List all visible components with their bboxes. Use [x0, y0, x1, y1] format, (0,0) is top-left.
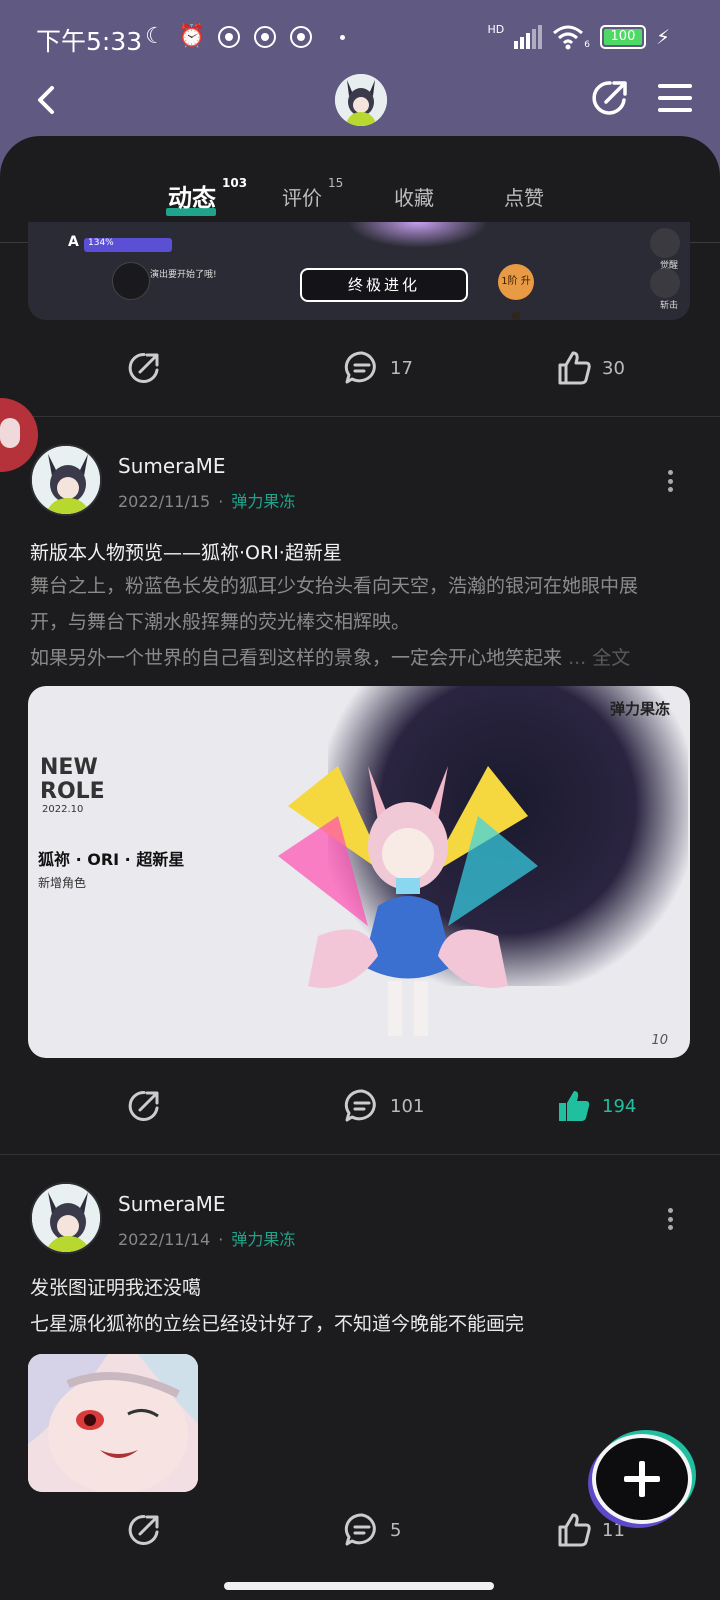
tab-bar: 动态103 评价15 收藏 点赞: [0, 156, 720, 243]
back-button[interactable]: [28, 80, 68, 120]
progress-bar: 134%: [84, 238, 172, 252]
like-count: 194: [602, 1095, 637, 1117]
post-date: 2022/11/15: [118, 492, 211, 511]
author-name[interactable]: SumeraME: [118, 454, 226, 478]
app-notification-icon: [290, 26, 312, 48]
app-notification-icon: [218, 26, 240, 48]
post-image[interactable]: A 134% 演出要开始了哦! 终极进化 1阶 升格 觉醒 斩击: [28, 222, 690, 320]
post-meta: 2022/11/15 · 弹力果冻: [118, 492, 296, 511]
post-meta: 2022/11/14 · 弹力果冻: [118, 1230, 296, 1249]
rank-letter: A: [68, 234, 79, 250]
post-body[interactable]: 舞台之上，粉蓝色长发的狐耳少女抬头看向天空，浩瀚的银河在她眼中展 开，与舞台下潮…: [30, 568, 700, 676]
like-action[interactable]: 11: [556, 1512, 625, 1548]
post-image[interactable]: NEW ROLE 2022.10 狐祢 · ORI · 超新星 新增角色 弹力果…: [28, 686, 690, 1058]
more-options-icon[interactable]: [668, 1208, 674, 1230]
alarm-icon: ⏰: [178, 24, 206, 49]
read-more-link[interactable]: ... 全文: [568, 647, 630, 669]
comment-count: 5: [390, 1519, 402, 1541]
share-action[interactable]: [126, 1512, 162, 1548]
share-icon: [128, 1514, 159, 1545]
wifi-icon: [553, 25, 584, 50]
thumbs-up-icon: [558, 351, 591, 385]
post-image[interactable]: [28, 1354, 198, 1492]
comment-action[interactable]: 101: [344, 1088, 424, 1124]
share-action[interactable]: [126, 1088, 162, 1124]
menu-button[interactable]: [656, 80, 694, 116]
post-body[interactable]: 发张图证明我还没噶 七星源化狐祢的立绘已经设计好了，不知道今晚能不能画完: [30, 1270, 524, 1342]
share-action[interactable]: [126, 350, 162, 386]
post-header: SumeraME 2022/11/14 · 弹力果冻: [0, 1182, 720, 1262]
home-indicator[interactable]: [224, 1582, 494, 1590]
image-logo: 弹力果冻: [609, 700, 670, 718]
comment-action[interactable]: 5: [344, 1512, 401, 1548]
author-name[interactable]: SumeraME: [118, 1192, 226, 1216]
card-divider: [0, 1154, 720, 1155]
wifi-version: 6: [584, 40, 590, 50]
comment-icon: [344, 1089, 376, 1122]
status-bar: 下午5:33 ☾ ⏰ HD 6 100 ⚡: [0, 18, 720, 58]
upgrade-badge: 1阶 升格: [498, 264, 534, 320]
post-actions: 101 194: [0, 1076, 720, 1136]
game-tag[interactable]: 弹力果冻: [231, 492, 295, 511]
post-actions: 17 30: [0, 338, 720, 398]
post-date: 2022/11/14: [118, 1230, 211, 1249]
like-count: 11: [602, 1519, 625, 1541]
create-post-button[interactable]: [592, 1434, 692, 1524]
post-header: SumeraME 2022/11/15 · 弹力果冻: [0, 444, 720, 524]
more-options-icon[interactable]: [668, 470, 674, 492]
image-headline: NEW ROLE: [40, 755, 105, 804]
like-action[interactable]: 30: [556, 350, 625, 386]
hd-label: HD: [487, 22, 505, 36]
image-subtitle: 新增角色: [38, 876, 87, 890]
awaken-icon: [650, 228, 680, 258]
share-button[interactable]: [590, 78, 630, 118]
thumbs-up-icon: [558, 1513, 591, 1547]
comment-count: 101: [390, 1095, 425, 1117]
card-divider: [0, 416, 720, 417]
tab-posts[interactable]: 动态103: [168, 176, 247, 213]
tab-favorites[interactable]: 收藏: [394, 182, 434, 211]
author-avatar[interactable]: [30, 444, 102, 516]
character-art: [278, 766, 538, 1036]
comment-icon: [344, 351, 376, 384]
charging-icon: ⚡: [655, 25, 670, 49]
game-tag[interactable]: 弹力果冻: [231, 1230, 295, 1249]
like-action[interactable]: 194: [556, 1088, 636, 1124]
game-hint: 演出要开始了哦!: [150, 270, 217, 280]
thumbs-up-icon: [559, 1091, 590, 1121]
evolve-button: 终极进化: [300, 268, 468, 302]
signal-icon: [514, 25, 543, 49]
more-notifications-dot: [340, 34, 345, 40]
slash-icon: [650, 268, 680, 298]
like-count: 30: [602, 357, 625, 379]
tab-reviews[interactable]: 评价15: [282, 176, 343, 211]
moon-icon: ☾: [145, 24, 165, 49]
comment-action[interactable]: 17: [344, 350, 413, 386]
comment-count: 17: [390, 357, 413, 379]
battery-icon: 100: [599, 25, 646, 49]
comment-icon: [344, 1513, 376, 1546]
image-character-name: 狐祢 · ORI · 超新星: [38, 850, 185, 869]
tab-likes[interactable]: 点赞: [504, 182, 544, 211]
battery-level: 100: [603, 29, 642, 45]
profile-avatar[interactable]: [335, 74, 387, 126]
app-notification-icon: [254, 26, 276, 48]
share-icon: [128, 352, 159, 383]
nav-bar: [0, 70, 720, 130]
status-time: 下午5:33: [36, 27, 143, 56]
character-icon: [112, 262, 150, 300]
image-date: 2022.10: [42, 804, 84, 815]
share-icon: [128, 1090, 159, 1121]
image-number: 10: [651, 1033, 668, 1048]
author-avatar[interactable]: [30, 1182, 102, 1254]
post-title[interactable]: 新版本人物预览——狐祢·ORI·超新星: [30, 538, 342, 565]
